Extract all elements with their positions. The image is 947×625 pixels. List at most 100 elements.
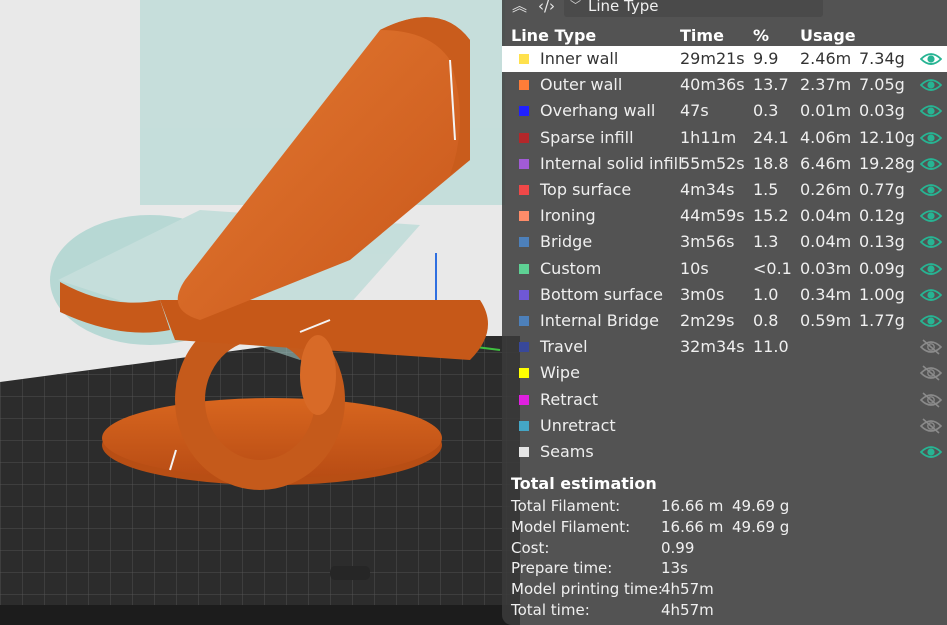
percent-value: 24.1: [753, 127, 789, 147]
length-value: 0.59m: [800, 311, 852, 330]
legend-row[interactable]: Internal Bridge 2m29s 0.8 0.59m 1.77g: [502, 308, 947, 334]
header-percent: %: [753, 26, 770, 45]
color-swatch: [519, 237, 529, 248]
header-line-type: Line Type: [511, 26, 597, 45]
eye-visible-icon[interactable]: [919, 129, 943, 147]
line-type-label: Inner wall: [540, 49, 619, 68]
code-view-icon[interactable]: ‹/›: [538, 0, 555, 15]
legend-row[interactable]: Unretract: [502, 413, 947, 439]
estimation-value: 0.99: [661, 538, 695, 557]
estimation-label: Model Filament:: [511, 517, 631, 536]
weight-value: 0.03g: [859, 101, 905, 121]
time-value: 29m21s: [680, 49, 745, 68]
eye-visible-icon[interactable]: [919, 312, 943, 330]
legend-row[interactable]: Seams: [502, 439, 947, 465]
legend-row[interactable]: Top surface 4m34s 1.5 0.26m 0.77g: [502, 177, 947, 203]
legend-row[interactable]: Retract: [502, 387, 947, 413]
estimation-value-secondary: 49.69 g: [732, 517, 790, 536]
color-swatch: [519, 54, 529, 64]
view-type-value: Line Type: [588, 0, 659, 15]
length-value: 0.26m: [800, 180, 852, 199]
legend-row[interactable]: Bottom surface 3m0s 1.0 0.34m 1.00g: [502, 282, 947, 308]
eye-hidden-icon[interactable]: [919, 417, 943, 435]
time-value: 47s: [680, 101, 709, 121]
legend-row[interactable]: Ironing 44m59s 15.2 0.04m 0.12g: [502, 203, 947, 229]
line-type-label: Ironing: [540, 206, 596, 226]
eye-visible-icon[interactable]: [919, 260, 943, 278]
color-swatch: [519, 368, 529, 379]
eye-visible-icon[interactable]: [919, 50, 943, 68]
line-type-label: Retract: [540, 389, 598, 409]
weight-value: 19.28g: [859, 153, 915, 173]
color-swatch: [519, 80, 529, 91]
length-value: 4.06m: [800, 127, 852, 147]
eye-hidden-icon[interactable]: [919, 338, 943, 356]
estimation-label: Model printing time:: [511, 580, 663, 599]
legend-row[interactable]: Bridge 3m56s 1.3 0.04m 0.13g: [502, 229, 947, 255]
eye-visible-icon[interactable]: [919, 181, 943, 199]
eye-visible-icon[interactable]: [919, 102, 943, 120]
color-swatch: [519, 342, 529, 353]
legend-row[interactable]: Internal solid infill 55m52s 18.8 6.46m 19.2…: [502, 151, 947, 177]
percent-value: 1.0: [753, 284, 779, 304]
time-value: 55m52s: [680, 153, 745, 173]
estimation-row: Cost: 0.99: [502, 539, 947, 560]
percent-value: 13.7: [753, 75, 789, 95]
eye-visible-icon[interactable]: [919, 155, 943, 173]
eye-visible-icon[interactable]: [919, 233, 943, 251]
color-swatch: [519, 447, 529, 457]
line-type-label: Seams: [540, 442, 594, 461]
estimation-value: 13s: [661, 559, 688, 578]
length-value: 0.04m: [800, 232, 852, 252]
line-type-label: Internal Bridge: [540, 311, 659, 330]
estimation-value: 16.66 m: [661, 517, 724, 536]
percent-value: 1.5: [753, 180, 779, 199]
weight-value: 1.00g: [859, 284, 905, 304]
legend-row[interactable]: Inner wall 29m21s 9.9 2.46m 7.34g: [502, 46, 947, 72]
length-value: 2.46m: [800, 49, 852, 68]
eye-hidden-icon[interactable]: [919, 391, 943, 409]
weight-value: 7.05g: [859, 75, 905, 95]
eye-visible-icon[interactable]: [919, 76, 943, 94]
time-value: 40m36s: [680, 75, 745, 95]
header-usage: Usage: [800, 26, 856, 45]
weight-value: 12.10g: [859, 127, 915, 147]
percent-value: 0.8: [753, 311, 779, 330]
eye-hidden-icon[interactable]: [919, 364, 943, 382]
length-value: 0.03m: [800, 258, 852, 278]
percent-value: 1.3: [753, 232, 779, 252]
eye-visible-icon[interactable]: [919, 286, 943, 304]
color-swatch: [519, 289, 529, 300]
collapse-chevrons-icon[interactable]: ︽: [512, 0, 527, 15]
legend-row[interactable]: Outer wall 40m36s 13.7 2.37m 7.05g: [502, 72, 947, 98]
time-value: 1h11m: [680, 127, 737, 147]
weight-value: 0.13g: [859, 232, 905, 252]
weight-value: 0.09g: [859, 258, 905, 278]
eye-visible-icon[interactable]: [919, 443, 943, 461]
estimation-value: 16.66 m: [661, 497, 724, 515]
length-value: 6.46m: [800, 153, 852, 173]
eye-visible-icon[interactable]: [919, 207, 943, 225]
length-value: 0.01m: [800, 101, 852, 121]
time-value: 3m0s: [680, 284, 725, 304]
line-type-label: Wipe: [540, 363, 580, 383]
estimation-row: Total Filament: 16.66 m 49.69 g: [502, 497, 947, 518]
legend-row[interactable]: Travel 32m34s 11.0: [502, 334, 947, 360]
gcode-legend-panel: ︽ ‹/› ﹀ Line Type Line Type Time % Usage…: [502, 0, 947, 625]
percent-value: 15.2: [753, 206, 789, 226]
legend-row[interactable]: Overhang wall 47s 0.3 0.01m 0.03g: [502, 98, 947, 124]
color-swatch: [519, 211, 529, 222]
percent-value: 0.3: [753, 101, 779, 121]
legend-row[interactable]: Wipe: [502, 360, 947, 386]
legend-row[interactable]: Sparse infill 1h11m 24.1 4.06m 12.10g: [502, 125, 947, 151]
legend-row[interactable]: Custom 10s <0.1 0.03m 0.09g: [502, 256, 947, 282]
color-swatch: [519, 132, 529, 143]
header-time: Time: [680, 26, 724, 45]
time-value: 44m59s: [680, 206, 745, 226]
line-type-label: Overhang wall: [540, 101, 656, 121]
length-value: 0.04m: [800, 206, 852, 226]
line-type-label: Unretract: [540, 415, 616, 435]
view-type-dropdown[interactable]: ﹀ Line Type: [564, 0, 823, 17]
time-value: 10s: [680, 258, 709, 278]
color-swatch: [519, 158, 529, 169]
